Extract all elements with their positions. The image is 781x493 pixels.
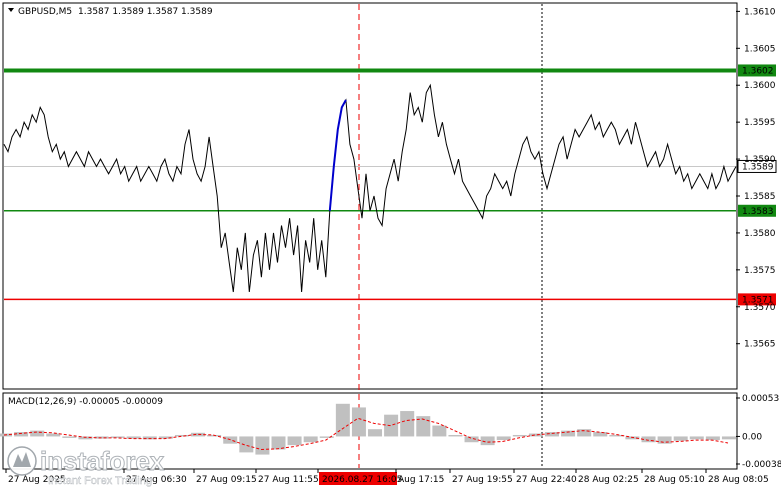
time-tick-label: 28 Aug 02:25 (578, 475, 639, 485)
time-tick-label: 27 Aug 09:15 (196, 475, 257, 485)
price-line (3, 83, 737, 293)
time-tick-label: Aug 17:15 (398, 475, 444, 485)
macd-bar (673, 436, 688, 441)
logo-tagline: Instant Forex Trading (48, 475, 152, 487)
level-lines: 1.36021.35831.35711.3589 (4, 64, 777, 306)
logo-brand: instaforex (40, 446, 165, 476)
macd-bar (705, 436, 720, 441)
symbol-label: GBPUSD,M5 (18, 7, 72, 17)
level-tag-label: 1.3602 (742, 66, 774, 76)
macd-tick-label: -0.00038 (742, 460, 781, 470)
macd-bar (191, 432, 206, 437)
macd-bar (239, 436, 254, 453)
macd-bar (384, 414, 399, 437)
time-tick-label: 28 Aug 05:10 (644, 475, 705, 485)
macd-tick-label: 0.00 (742, 432, 762, 442)
macd-axis: 0.00053 0.00 -0.00038 (736, 394, 781, 470)
macd-bar (351, 407, 366, 437)
chart-window: 1.3602 1.3583 1.3571 1.3589 1.3610 1.3605 1.3… (0, 0, 781, 489)
price-tick-label: 1.3600 (744, 81, 776, 91)
time-highlight-label: 2026.08.27 16:05 (322, 475, 402, 485)
macd-bar (432, 425, 447, 437)
logo-ring-icon (7, 446, 37, 476)
macd-bar (448, 434, 463, 437)
macd-bar (464, 436, 479, 443)
price-panel-frame (2, 2, 738, 390)
chart-svg: 1.36021.35831.35711.3589 1.36101.36051.3… (0, 2, 781, 487)
macd-bar (721, 436, 736, 440)
time-tick-label: 27 Aug 11:55 (258, 475, 319, 485)
macd-bar (657, 436, 672, 444)
dropdown-triangle-icon[interactable] (8, 8, 14, 12)
price-tick-label: 1.3570 (744, 303, 776, 313)
price-tick-label: 1.3580 (744, 229, 776, 239)
macd-bar (174, 434, 189, 437)
time-tick-label: 28 Aug 08:05 (708, 475, 769, 485)
macd-bar (46, 433, 61, 437)
macd-bar (255, 436, 270, 455)
grid (358, 4, 543, 468)
chart-header: GBPUSD,M5 1.3587 1.3589 1.3587 1.3589 (8, 7, 213, 17)
ohlc-values: 1.3587 1.3589 1.3587 1.3589 (78, 7, 213, 17)
highlight-line (328, 99, 347, 211)
macd-bar (512, 434, 527, 437)
price-tick-label: 1.3565 (744, 340, 776, 350)
price-tick-label: 1.3610 (744, 7, 776, 17)
macd-signal-line (3, 417, 729, 451)
macd-bar (368, 429, 383, 437)
time-tick-label: 27 Aug 22:40 (516, 475, 577, 485)
time-tick-label: 27 Aug 19:55 (452, 475, 513, 485)
price-tick-label: 1.3605 (744, 44, 776, 54)
macd-bar (30, 430, 45, 437)
level-tag-label: 1.3583 (742, 207, 774, 217)
macd-bar (593, 432, 608, 437)
price-tick-label: 1.3575 (744, 266, 776, 276)
macd-title: MACD(12,26,9) -0.00005 -0.00009 (8, 397, 163, 407)
macd-bar (110, 436, 125, 438)
macd-bar (62, 436, 77, 438)
macd-bar (689, 436, 704, 440)
price-tick-label: 1.3590 (744, 155, 776, 165)
macd-bar (496, 436, 511, 441)
price-series (3, 83, 737, 293)
macd-bar (528, 433, 543, 437)
price-tick-label: 1.3595 (744, 118, 776, 128)
macd-bar (303, 436, 318, 443)
macd-bar (400, 411, 415, 437)
macd-bar (287, 436, 302, 446)
macd-tick-label: 0.00053 (742, 394, 779, 404)
price-tick-label: 1.3585 (744, 192, 776, 202)
